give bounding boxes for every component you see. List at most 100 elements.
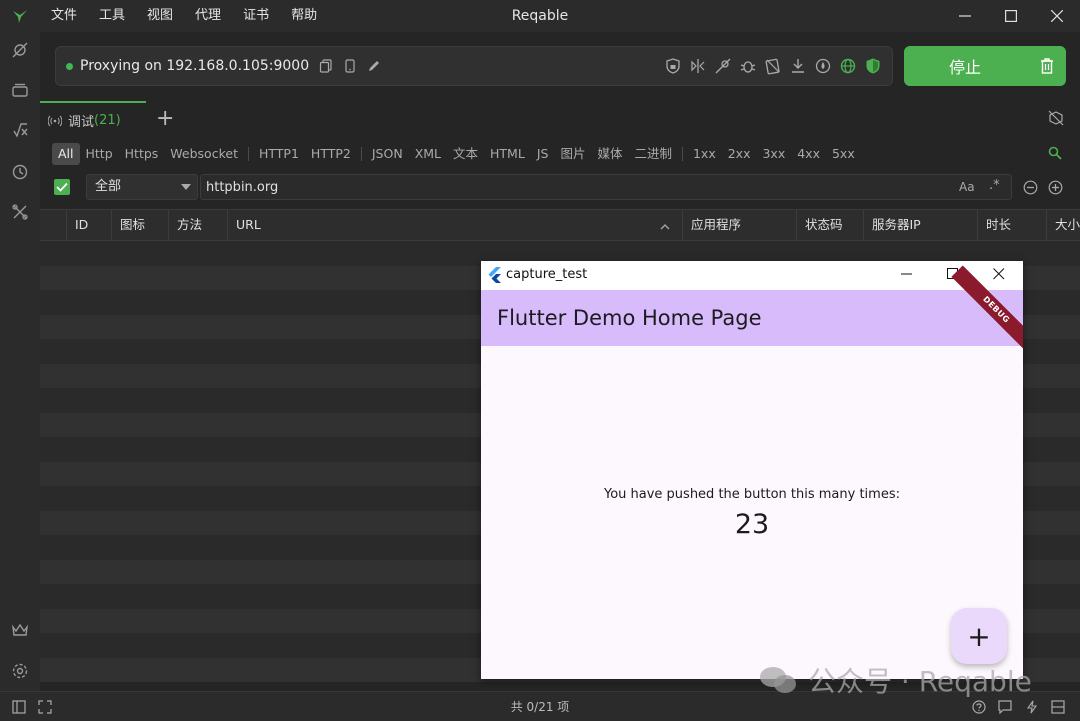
session-tab-row: 调试 (21) + — [40, 101, 1080, 138]
filter-enabled-checkbox[interactable] — [54, 179, 70, 195]
filter-chip-row: All Http Https Websocket HTTP1 HTTP2 JSO… — [52, 143, 861, 165]
menu-help[interactable]: 帮助 — [280, 0, 328, 32]
filter-binary[interactable]: 二进制 — [628, 143, 678, 165]
fuel-icon[interactable] — [814, 57, 832, 79]
filter-xml[interactable]: XML — [409, 143, 447, 165]
filter-media[interactable]: 媒体 — [591, 143, 628, 165]
globe-icon[interactable] — [839, 57, 857, 79]
stop-proxy-button[interactable]: 停止 — [904, 46, 1066, 86]
tab-debug[interactable]: 调试 (21) — [40, 101, 146, 138]
sidebar-premium-crown-icon[interactable] — [10, 620, 30, 640]
maximize-icon — [1005, 10, 1017, 22]
ssl-lock-icon[interactable] — [664, 57, 682, 79]
lightning-icon[interactable] — [1026, 700, 1038, 718]
reqable-app: 文件 工具 视图 代理 证书 帮助 Reqable Proxying on 19… — [0, 0, 1080, 721]
minimize-button[interactable] — [942, 0, 988, 32]
column-url[interactable]: URL — [227, 210, 682, 240]
sidebar-capture-icon[interactable] — [10, 40, 30, 60]
filter-all[interactable]: All — [52, 143, 80, 165]
column-status-code[interactable]: 状态码 — [796, 210, 863, 240]
remove-filter-minus-icon[interactable] — [1023, 180, 1038, 199]
wechat-logo-icon — [760, 667, 796, 693]
download-icon[interactable] — [789, 57, 807, 79]
flutter-close-button[interactable] — [993, 268, 1005, 284]
filter-http2[interactable]: HTTP2 — [305, 143, 357, 165]
add-tab-plus-icon[interactable]: + — [156, 108, 174, 130]
column-icon[interactable]: 图标 — [111, 210, 168, 240]
match-case-toggle[interactable]: Aa — [959, 180, 975, 194]
filter-http1[interactable]: HTTP1 — [253, 143, 305, 165]
sidebar-function-icon[interactable] — [10, 120, 30, 140]
add-filter-plus-icon[interactable] — [1048, 180, 1063, 199]
flutter-logo-icon — [488, 267, 501, 283]
close-button[interactable] — [1034, 0, 1080, 32]
minimize-icon — [959, 15, 971, 17]
debug-bug-icon[interactable] — [739, 57, 757, 79]
column-application[interactable]: 应用程序 — [682, 210, 796, 240]
proxy-status-text: Proxying on 192.168.0.105:9000 — [80, 58, 310, 74]
proxy-running-indicator — [66, 62, 73, 70]
menu-certificate[interactable]: 证书 — [232, 0, 280, 32]
filter-image[interactable]: 图片 — [554, 143, 591, 165]
close-icon — [993, 268, 1005, 280]
plus-icon: + — [967, 619, 991, 653]
chevron-down-icon — [181, 184, 191, 190]
help-icon[interactable] — [972, 700, 986, 718]
menu-proxy[interactable]: 代理 — [184, 0, 232, 32]
trash-icon[interactable] — [1040, 57, 1054, 79]
search-scope-select[interactable]: 全部 — [86, 174, 198, 200]
minimize-icon — [901, 273, 912, 275]
sidebar-collections-icon[interactable] — [10, 80, 30, 100]
copy-icon[interactable] — [317, 57, 335, 75]
column-method[interactable]: 方法 — [168, 210, 227, 240]
column-server-ip[interactable]: 服务器IP — [863, 210, 977, 240]
maximize-button[interactable] — [988, 0, 1034, 32]
title-bar: 文件 工具 视图 代理 证书 帮助 Reqable — [0, 0, 1080, 32]
tab-debug-count: (21) — [94, 113, 121, 128]
check-icon — [56, 182, 68, 192]
column-duration[interactable]: 时长 — [977, 210, 1046, 240]
column-size[interactable]: 大小 — [1046, 210, 1080, 240]
menu-view[interactable]: 视图 — [136, 0, 184, 32]
sort-chevron-up-icon[interactable] — [660, 220, 670, 235]
increment-fab-button[interactable]: + — [951, 608, 1007, 664]
flutter-app-bar: Flutter Demo Home Page DEBUG — [481, 265, 1023, 355]
layout-split-icon[interactable] — [1051, 700, 1065, 718]
filter-js[interactable]: JS — [531, 143, 555, 165]
menu-file[interactable]: 文件 — [40, 0, 88, 32]
feedback-icon[interactable] — [998, 700, 1012, 718]
sidebar-settings-gear-icon[interactable] — [10, 661, 30, 681]
filter-json[interactable]: JSON — [366, 143, 409, 165]
filter-html[interactable]: HTML — [484, 143, 531, 165]
filter-1xx[interactable]: 1xx — [687, 143, 722, 165]
search-input[interactable] — [200, 174, 1012, 200]
edit-pencil-icon[interactable] — [365, 57, 383, 75]
shield-icon[interactable] — [864, 57, 882, 79]
hide-panel-icon[interactable] — [1048, 110, 1064, 130]
search-scope-value: 全部 — [95, 179, 122, 194]
app-bar-title: Flutter Demo Home Page — [497, 306, 762, 330]
filter-divider — [360, 147, 362, 161]
column-id[interactable]: ID — [66, 210, 111, 240]
mobile-device-icon[interactable] — [341, 57, 359, 75]
filter-http[interactable]: Http — [80, 143, 119, 165]
filter-search-icon[interactable] — [1048, 146, 1062, 164]
mirror-icon[interactable] — [689, 57, 707, 79]
filter-websocket[interactable]: Websocket — [164, 143, 244, 165]
script-icon[interactable] — [764, 57, 782, 79]
broadcast-icon — [48, 115, 62, 126]
filter-https[interactable]: Https — [119, 143, 165, 165]
filter-5xx[interactable]: 5xx — [826, 143, 861, 165]
sidebar-history-icon[interactable] — [10, 162, 30, 182]
regex-toggle[interactable]: .* — [989, 178, 1000, 193]
filter-2xx[interactable]: 2xx — [722, 143, 757, 165]
flutter-minimize-button[interactable] — [901, 268, 913, 284]
left-sidebar — [0, 32, 40, 691]
sidebar-tools-icon[interactable] — [10, 202, 30, 222]
breakpoint-icon[interactable] — [714, 57, 732, 79]
proxy-tool-icons — [664, 57, 882, 79]
menu-tools[interactable]: 工具 — [88, 0, 136, 32]
filter-text[interactable]: 文本 — [447, 143, 484, 165]
filter-4xx[interactable]: 4xx — [791, 143, 826, 165]
filter-3xx[interactable]: 3xx — [756, 143, 791, 165]
